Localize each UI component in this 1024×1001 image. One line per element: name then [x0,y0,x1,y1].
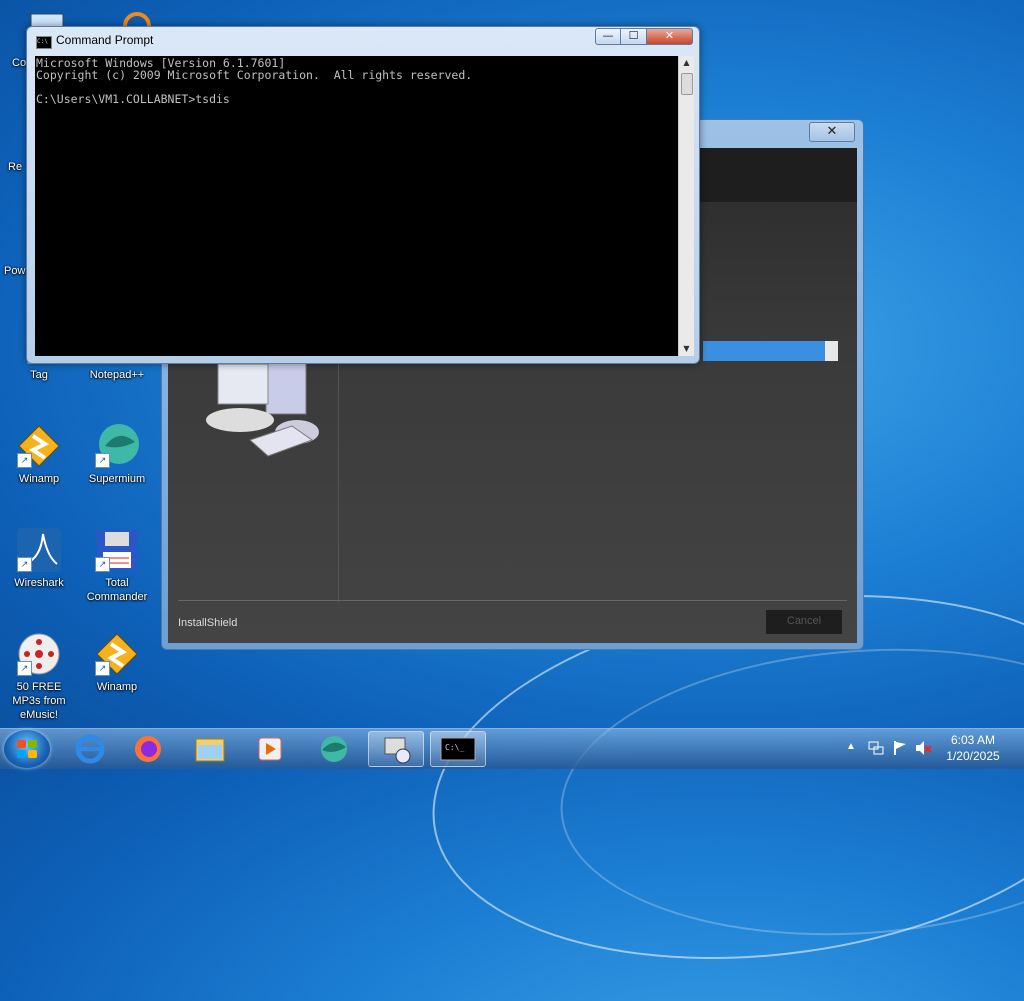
desktop-icon-emusic[interactable]: ↗ 50 FREE MP3s from eMusic! [2,632,76,722]
system-clock[interactable]: 6:03 AM 1/20/2025 [938,732,1008,764]
system-tray: ▲ [844,729,934,769]
clock-time: 6:03 AM [950,733,996,747]
taskbar-supermium[interactable] [306,731,362,767]
start-button[interactable] [4,730,50,768]
cmd-console[interactable]: Microsoft Windows [Version 6.1.7601] Cop… [35,56,678,356]
supermium-icon: ↗ [95,424,139,468]
desktop-icon-winamp-2[interactable]: ↗ Winamp [80,632,154,694]
installer-footer-divider [178,600,847,601]
cmd-app-icon: C:\ [36,36,52,49]
installer-close-button[interactable]: ✕ [809,122,855,142]
cmd-scrollbar[interactable]: ▲ ▼ [678,56,694,356]
clock-date: 1/20/2025 [946,749,1000,763]
shortcut-arrow-icon: ↗ [95,453,110,468]
scroll-down-arrow-icon[interactable]: ▼ [679,342,694,356]
computer-setup-icon [202,359,322,470]
media-player-icon [258,737,282,761]
taskbar-file-explorer[interactable] [182,731,238,767]
cmd-window-title: Command Prompt [56,33,154,47]
taskbar: C:\_ ▲ 6:03 AM 1/20/2025 [0,728,1024,769]
desktop-icon-total-commander[interactable]: ↗ Total Commander [80,528,154,604]
internet-explorer-icon [75,734,105,764]
taskbar-command-prompt[interactable]: C:\_ [430,731,486,767]
taskbar-internet-explorer[interactable] [62,731,118,767]
shortcut-arrow-icon: ↗ [17,661,32,676]
wireshark-icon: ↗ [17,528,61,572]
taskbar-media-player[interactable] [242,731,298,767]
maximize-button[interactable]: ☐ [621,28,647,45]
winamp-icon: ↗ [95,632,139,676]
show-hidden-icons-icon[interactable]: ▲ [846,741,856,752]
minimize-button[interactable]: — [595,28,621,45]
windows-logo-icon [17,740,37,758]
firefox-icon [135,736,161,762]
scroll-up-arrow-icon[interactable]: ▲ [679,56,694,70]
desktop-icon-supermium[interactable]: ↗ Supermium [80,424,154,486]
command-prompt-icon: C:\_ [440,737,476,761]
installshield-brand: InstallShield [178,617,238,629]
shortcut-arrow-icon: ↗ [95,661,110,676]
volume-muted-icon[interactable] [914,740,932,756]
winamp-icon: ↗ [17,424,61,468]
desktop-icon-winamp[interactable]: ↗ Winamp [2,424,76,486]
cmd-titlebar[interactable]: C:\ Command Prompt — ☐ ✕ [27,27,699,55]
action-center-flag-icon[interactable] [892,740,908,756]
svg-text:C:\_: C:\_ [445,743,464,752]
install-progress-bar [703,341,838,361]
installer-cancel-button[interactable]: Cancel [765,609,843,635]
network-icon[interactable] [868,740,884,756]
total-commander-icon: ↗ [95,528,139,572]
command-prompt-window[interactable]: C:\ Command Prompt — ☐ ✕ Microsoft Windo… [26,26,700,364]
close-button[interactable]: ✕ [647,28,693,45]
emusic-icon: ↗ [17,632,61,676]
shortcut-arrow-icon: ↗ [17,557,32,572]
taskbar-installer[interactable] [368,731,424,767]
supermium-icon [321,736,347,762]
shortcut-arrow-icon: ↗ [95,557,110,572]
window-controls: — ☐ ✕ [595,28,693,45]
taskbar-firefox[interactable] [120,731,176,767]
desktop-icon-wireshark[interactable]: ↗ Wireshark [2,528,76,590]
console-output[interactable]: Microsoft Windows [Version 6.1.7601] Cop… [35,56,678,105]
file-explorer-icon [195,738,225,762]
installer-divider [338,338,339,603]
install-progress-fill [703,341,825,361]
installer-icon [384,737,411,764]
shortcut-arrow-icon: ↗ [17,453,32,468]
scrollbar-thumb[interactable] [681,73,693,95]
